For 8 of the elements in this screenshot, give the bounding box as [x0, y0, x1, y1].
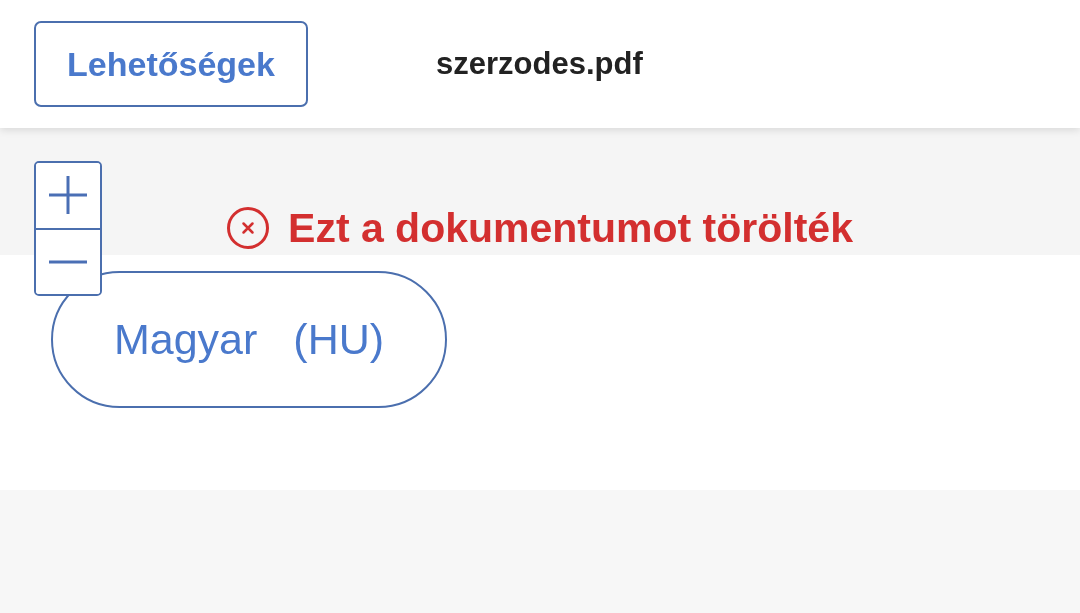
options-button[interactable]: Lehetőségek — [34, 21, 308, 107]
error-icon — [227, 207, 270, 249]
file-name: szerzodes.pdf — [436, 44, 643, 83]
error-message: Ezt a dokumentumot törölték — [288, 205, 853, 251]
zoom-in-button[interactable] — [36, 163, 100, 230]
plus-icon — [49, 176, 87, 215]
language-button[interactable]: Magyar (HU) — [51, 271, 447, 408]
minus-icon — [49, 259, 87, 264]
